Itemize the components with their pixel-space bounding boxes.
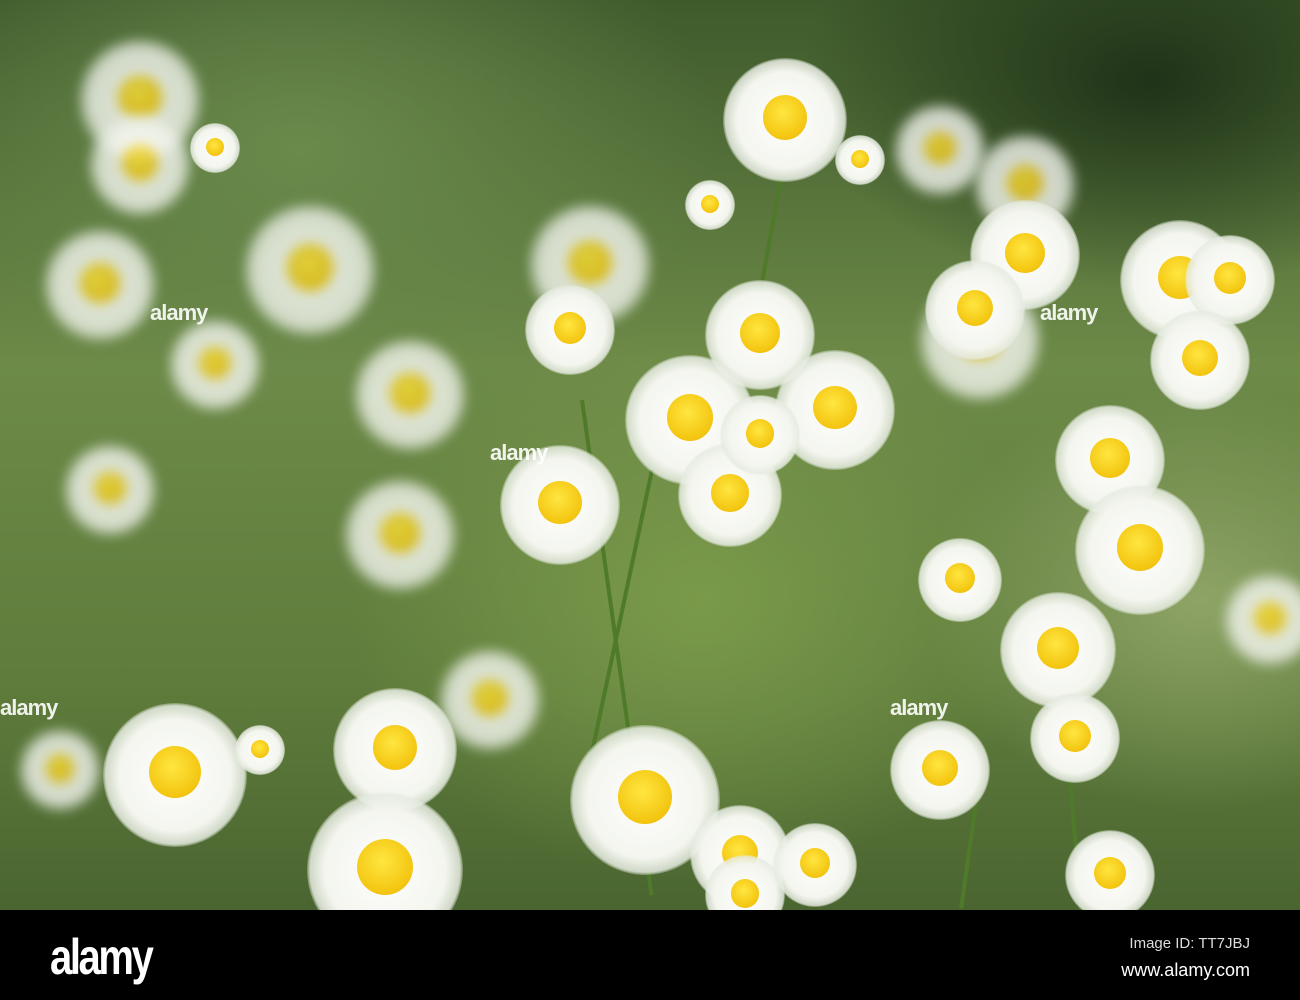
chamomile-flower: [525, 285, 615, 375]
chamomile-flower: [1000, 592, 1116, 708]
chamomile-flower: [170, 320, 260, 410]
chamomile-photo: alamy alamy alamy alamy alamy: [0, 0, 1300, 910]
chamomile-flower: [895, 105, 985, 195]
chamomile-flower: [190, 123, 240, 173]
chamomile-flower: [1150, 310, 1250, 410]
watermark: alamy: [0, 695, 58, 720]
chamomile-flower: [835, 135, 885, 185]
chamomile-flower: [45, 230, 155, 340]
image-id: Image ID: TT7JBJ: [1129, 935, 1250, 952]
chamomile-flower: [20, 730, 100, 810]
chamomile-flower: [773, 823, 857, 907]
watermark: alamy: [1040, 300, 1098, 325]
watermark: alamy: [150, 300, 208, 325]
chamomile-flower: [720, 395, 800, 475]
watermark: alamy: [490, 440, 548, 465]
chamomile-flower: [65, 445, 155, 535]
chamomile-flower: [1075, 485, 1205, 615]
chamomile-flower: [235, 725, 285, 775]
chamomile-flower: [685, 180, 735, 230]
chamomile-flower: [245, 205, 375, 335]
chamomile-flower: [925, 260, 1025, 360]
chamomile-flower: [345, 480, 455, 590]
watermark: alamy: [890, 695, 948, 720]
chamomile-flower: [90, 115, 190, 215]
chamomile-flower: [307, 792, 463, 910]
chamomile-flower: [918, 538, 1002, 622]
alamy-logo[interactable]: alamy: [50, 928, 154, 986]
chamomile-flower: [103, 703, 247, 847]
chamomile-flower: [723, 58, 847, 182]
chamomile-flower: [355, 340, 465, 450]
chamomile-flower: [1065, 830, 1155, 910]
website-link[interactable]: www.alamy.com: [1121, 960, 1250, 981]
footer-bar: alamy Image ID: TT7JBJ www.alamy.com: [0, 910, 1300, 1000]
chamomile-flower: [1225, 575, 1300, 665]
chamomile-flower: [890, 720, 990, 820]
chamomile-flower: [1030, 693, 1120, 783]
